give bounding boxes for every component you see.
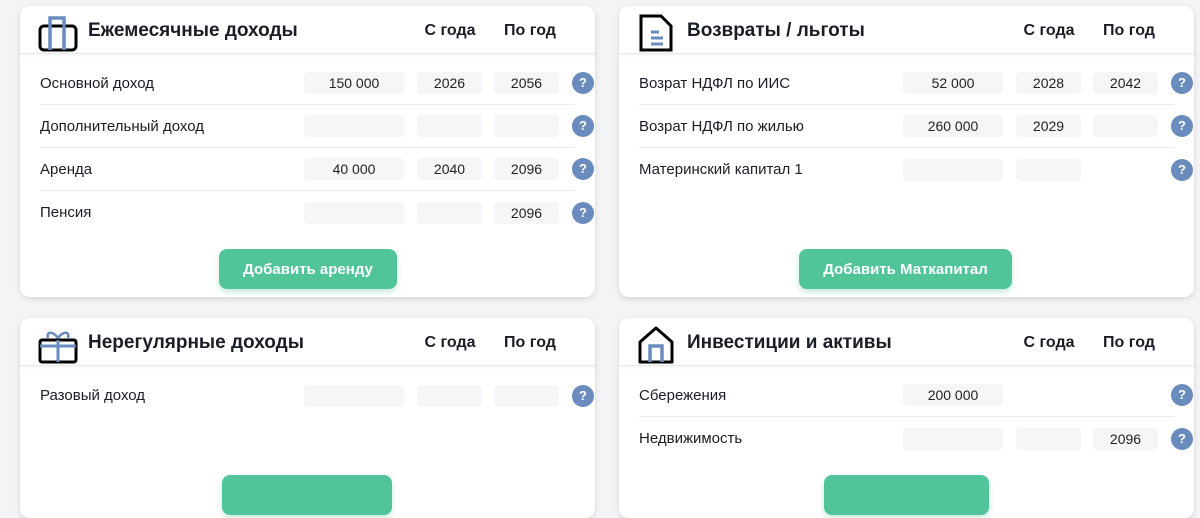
to-year-input[interactable]: 2042 bbox=[1093, 72, 1158, 94]
column-header-to: По год bbox=[504, 334, 556, 351]
column-header-from: С года bbox=[424, 22, 476, 39]
to-year-input[interactable]: 2096 bbox=[494, 201, 559, 224]
column-header-from: С года bbox=[424, 334, 476, 351]
help-icon[interactable]: ? bbox=[572, 115, 594, 137]
help-icon[interactable]: ? bbox=[572, 72, 594, 94]
card-title: Ежемесячные доходы bbox=[88, 20, 298, 41]
row-label: Сбережения bbox=[639, 386, 727, 404]
row-label: Возрат НДФЛ по жилью bbox=[639, 117, 804, 135]
amount-input[interactable] bbox=[304, 115, 404, 137]
card-investments-assets: Инвестиции и активы С года По год Сбереж… bbox=[619, 318, 1194, 518]
help-icon[interactable]: ? bbox=[572, 158, 594, 180]
help-icon[interactable]: ? bbox=[1171, 384, 1193, 406]
row-label: Разовый доход bbox=[40, 387, 146, 404]
help-icon[interactable]: ? bbox=[572, 201, 594, 224]
from-year-input[interactable]: 2040 bbox=[417, 158, 482, 180]
document-icon bbox=[639, 14, 673, 52]
card-header: Возвраты / льготы С года По год bbox=[619, 6, 1194, 54]
house-icon bbox=[638, 326, 674, 364]
column-header-to: По год bbox=[1103, 334, 1155, 351]
row-label: Основной доход bbox=[40, 74, 154, 92]
to-year-input[interactable] bbox=[494, 384, 559, 407]
card-monthly-income: Ежемесячные доходы С года По год Основно… bbox=[20, 6, 595, 297]
card-refunds-benefits: Возвраты / льготы С года По год Возрат Н… bbox=[619, 6, 1194, 297]
card-header: Инвестиции и активы С года По год bbox=[619, 318, 1194, 366]
card-header: Ежемесячные доходы С года По год bbox=[20, 6, 595, 54]
help-icon[interactable]: ? bbox=[1171, 427, 1193, 450]
gift-icon bbox=[38, 331, 78, 364]
column-header-to: По год bbox=[1103, 22, 1155, 39]
from-year-input[interactable] bbox=[1016, 158, 1081, 181]
table-row: Аренда 40 000 2040 2096? bbox=[40, 148, 594, 191]
add-maternity-capital-button[interactable]: Добавить Маткапитал bbox=[799, 249, 1012, 289]
card-title: Возвраты / льготы bbox=[687, 20, 865, 41]
table-row: Возрат НДФЛ по ИИС 52 000 2028 2042? bbox=[639, 62, 1193, 105]
add-asset-button[interactable] bbox=[824, 475, 989, 515]
table-row: Дополнительный доход? bbox=[40, 105, 594, 148]
help-icon[interactable]: ? bbox=[1171, 72, 1193, 94]
row-label: Пенсия bbox=[40, 204, 92, 221]
to-year-input[interactable] bbox=[1093, 115, 1158, 137]
help-icon[interactable]: ? bbox=[1171, 115, 1193, 137]
row-label: Недвижимость bbox=[639, 430, 743, 447]
suitcase-icon bbox=[38, 16, 78, 52]
card-irregular-income: Нерегулярные доходы С года По год Разовы… bbox=[20, 318, 595, 518]
amount-input[interactable]: 150 000 bbox=[304, 72, 404, 94]
help-icon[interactable]: ? bbox=[1171, 158, 1193, 181]
card-title: Нерегулярные доходы bbox=[88, 332, 304, 353]
column-header-to: По год bbox=[504, 22, 556, 39]
amount-input[interactable] bbox=[304, 384, 404, 407]
table-row: Основной доход 150 000 2026 2056? bbox=[40, 62, 594, 105]
help-icon[interactable]: ? bbox=[572, 384, 594, 407]
row-label: Дополнительный доход bbox=[40, 117, 204, 135]
to-year-input[interactable]: 2096 bbox=[494, 158, 559, 180]
from-year-input[interactable]: 2029 bbox=[1016, 115, 1081, 137]
amount-input[interactable]: 200 000 bbox=[903, 384, 1003, 406]
to-year-input[interactable]: 2056 bbox=[494, 72, 559, 94]
table-row: Недвижимость 2096? bbox=[639, 417, 1193, 460]
amount-input[interactable]: 260 000 bbox=[903, 115, 1003, 137]
table-row: Разовый доход? bbox=[40, 374, 594, 417]
amount-input[interactable] bbox=[903, 427, 1003, 450]
to-year-input[interactable]: 2096 bbox=[1093, 427, 1158, 450]
from-year-input[interactable] bbox=[417, 201, 482, 224]
column-header-from: С года bbox=[1023, 334, 1075, 351]
row-label: Возрат НДФЛ по ИИС bbox=[639, 74, 791, 92]
to-year-input[interactable] bbox=[494, 115, 559, 137]
from-year-input[interactable] bbox=[1016, 427, 1081, 450]
amount-input[interactable] bbox=[304, 201, 404, 224]
table-row: Материнский капитал 1? bbox=[639, 148, 1193, 191]
add-rent-button[interactable]: Добавить аренду bbox=[219, 249, 397, 289]
column-header-from: С года bbox=[1023, 22, 1075, 39]
table-row: Возрат НДФЛ по жилью 260 000 2029? bbox=[639, 105, 1193, 148]
from-year-input[interactable]: 2028 bbox=[1016, 72, 1081, 94]
from-year-input[interactable] bbox=[417, 384, 482, 407]
amount-input[interactable] bbox=[903, 158, 1003, 181]
card-header: Нерегулярные доходы С года По год bbox=[20, 318, 595, 366]
table-row: Пенсия 2096? bbox=[40, 191, 594, 234]
row-label: Материнский капитал 1 bbox=[639, 161, 803, 178]
amount-input[interactable]: 52 000 bbox=[903, 72, 1003, 94]
from-year-input[interactable]: 2026 bbox=[417, 72, 482, 94]
card-title: Инвестиции и активы bbox=[687, 332, 892, 353]
row-label: Аренда bbox=[40, 160, 93, 178]
from-year-input[interactable] bbox=[417, 115, 482, 137]
table-row: Сбережения 200 000? bbox=[639, 374, 1193, 417]
add-income-button[interactable] bbox=[222, 475, 392, 515]
amount-input[interactable]: 40 000 bbox=[304, 158, 404, 180]
